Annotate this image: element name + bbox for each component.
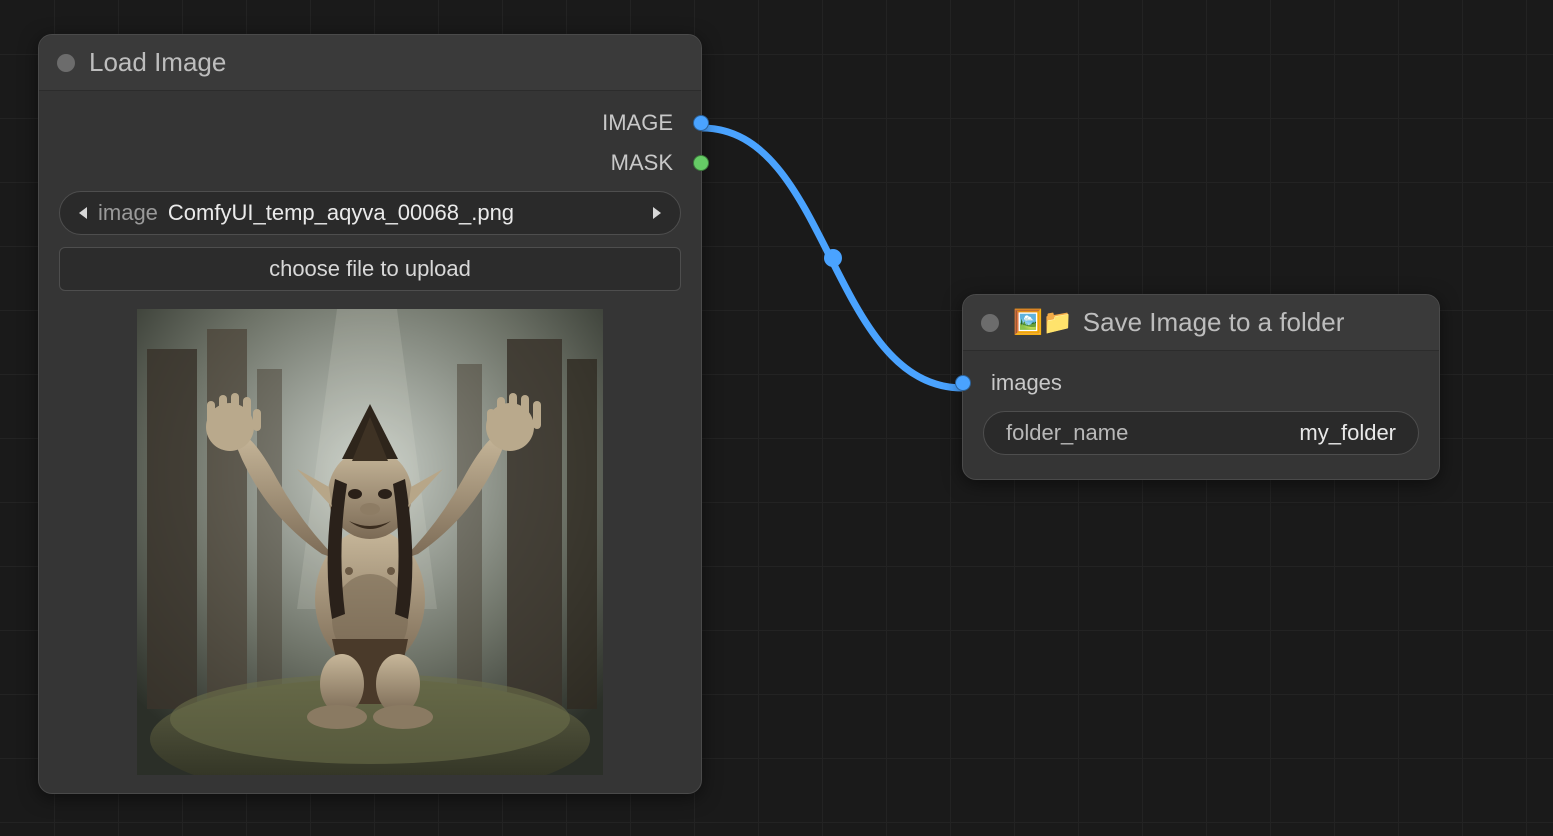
node-load-image[interactable]: Load Image IMAGE MASK image ComfyUI_temp… [38,34,702,794]
image-selector[interactable]: image ComfyUI_temp_aqyva_00068_.png [59,191,681,235]
folder-name-input[interactable]: folder_name my_folder [983,411,1419,455]
output-port-image[interactable]: IMAGE [39,103,701,143]
node-title: Load Image [89,47,226,78]
node-title-text: Save Image to a folder [1083,307,1345,338]
node-header[interactable]: 🖼️📁 Save Image to a folder [963,295,1439,351]
image-preview [137,309,603,775]
output-port-label: MASK [611,150,673,176]
port-dot-icon[interactable] [693,115,709,131]
input-port-label: images [991,370,1062,396]
output-port-mask[interactable]: MASK [39,143,701,183]
port-dot-icon[interactable] [693,155,709,171]
output-port-label: IMAGE [602,110,673,136]
chevron-left-icon[interactable] [72,206,94,220]
image-selector-label: image [98,200,158,226]
image-preview-container [59,309,681,775]
node-save-image-folder[interactable]: 🖼️📁 Save Image to a folder images folder… [962,294,1440,480]
input-port-images[interactable]: images [963,363,1439,403]
image-folder-icon: 🖼️📁 [1013,311,1073,335]
node-status-dot [981,314,999,332]
choose-file-button-label: choose file to upload [269,256,471,282]
chevron-right-icon[interactable] [646,206,668,220]
node-header[interactable]: Load Image [39,35,701,91]
port-dot-icon[interactable] [955,375,971,391]
image-selector-value: ComfyUI_temp_aqyva_00068_.png [168,200,646,226]
folder-name-key: folder_name [1006,420,1128,446]
choose-file-button[interactable]: choose file to upload [59,247,681,291]
node-status-dot [57,54,75,72]
node-title: 🖼️📁 Save Image to a folder [1013,307,1344,338]
folder-name-value: my_folder [1299,420,1396,446]
node-canvas[interactable]: Load Image IMAGE MASK image ComfyUI_temp… [0,0,1553,836]
